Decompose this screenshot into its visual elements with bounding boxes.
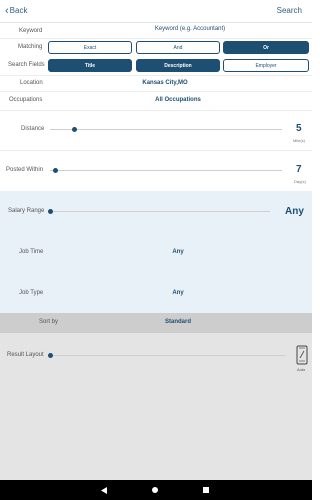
location-label: Location <box>20 80 43 86</box>
salary-range-label: Salary Range <box>8 208 45 214</box>
result-layout-value: Auto <box>297 367 306 372</box>
search-button[interactable]: Search <box>277 6 302 15</box>
phone-layout-icon <box>296 345 308 365</box>
divider <box>0 38 312 39</box>
posted-within-unit: Day(s) <box>294 179 306 184</box>
sort-by-label: Sort by <box>39 319 59 325</box>
matching-and-button[interactable]: And <box>136 41 220 54</box>
keyword-label: Keyword <box>19 28 43 34</box>
divider <box>0 75 312 76</box>
location-value[interactable]: Kansas City,MO <box>120 80 210 86</box>
job-time-value[interactable]: Any <box>150 249 206 255</box>
result-layout-slider-track[interactable] <box>50 355 286 356</box>
result-layout-label: Result Layout <box>7 352 44 358</box>
field-employer-button[interactable]: Employer <box>223 59 309 72</box>
nav-home-icon[interactable] <box>152 487 158 493</box>
nav-recents-icon[interactable] <box>203 487 209 493</box>
back-label: Back <box>9 6 28 15</box>
distance-slider-track[interactable] <box>50 129 282 130</box>
divider <box>0 91 312 92</box>
job-type-label: Job Type <box>19 290 44 296</box>
job-time-label: Job Time <box>19 249 44 255</box>
divider <box>0 150 312 151</box>
distance-value: 5 <box>296 123 302 134</box>
chevron-left-icon: ‹ <box>5 4 9 17</box>
top-bar: ‹ Back Search <box>0 0 312 23</box>
posted-within-label: Posted Within <box>6 167 44 173</box>
salary-range-slider-handle[interactable] <box>48 209 53 214</box>
keyword-input[interactable]: Keyword (e.g. Accountant) <box>130 26 250 32</box>
sort-by-value[interactable]: Standard <box>146 319 210 325</box>
job-type-value[interactable]: Any <box>150 290 206 296</box>
posted-within-slider-track[interactable] <box>50 170 282 171</box>
back-button[interactable]: ‹ Back <box>5 4 28 17</box>
matching-or-button[interactable]: Or <box>223 41 309 54</box>
distance-slider-handle[interactable] <box>72 127 77 132</box>
matching-exact-button[interactable]: Exact <box>48 41 132 54</box>
salary-range-value: Any <box>285 206 304 217</box>
distance-label: Distance <box>21 126 45 132</box>
system-nav-bar <box>0 480 312 500</box>
salary-range-slider-track[interactable] <box>50 211 270 212</box>
occupations-value[interactable]: All Occupations <box>120 97 236 103</box>
matching-label: Matching <box>18 44 43 50</box>
occupations-label: Occupations <box>9 97 43 103</box>
posted-within-value: 7 <box>296 164 302 175</box>
posted-within-slider-handle[interactable] <box>53 168 58 173</box>
distance-unit: Mile(s) <box>293 138 305 143</box>
field-title-button[interactable]: Title <box>48 59 132 72</box>
divider <box>0 110 312 111</box>
field-description-button[interactable]: Description <box>136 59 220 72</box>
search-fields-label: Search Fields <box>8 62 45 68</box>
result-layout-slider-handle[interactable] <box>48 353 53 358</box>
nav-back-icon[interactable] <box>101 487 108 494</box>
